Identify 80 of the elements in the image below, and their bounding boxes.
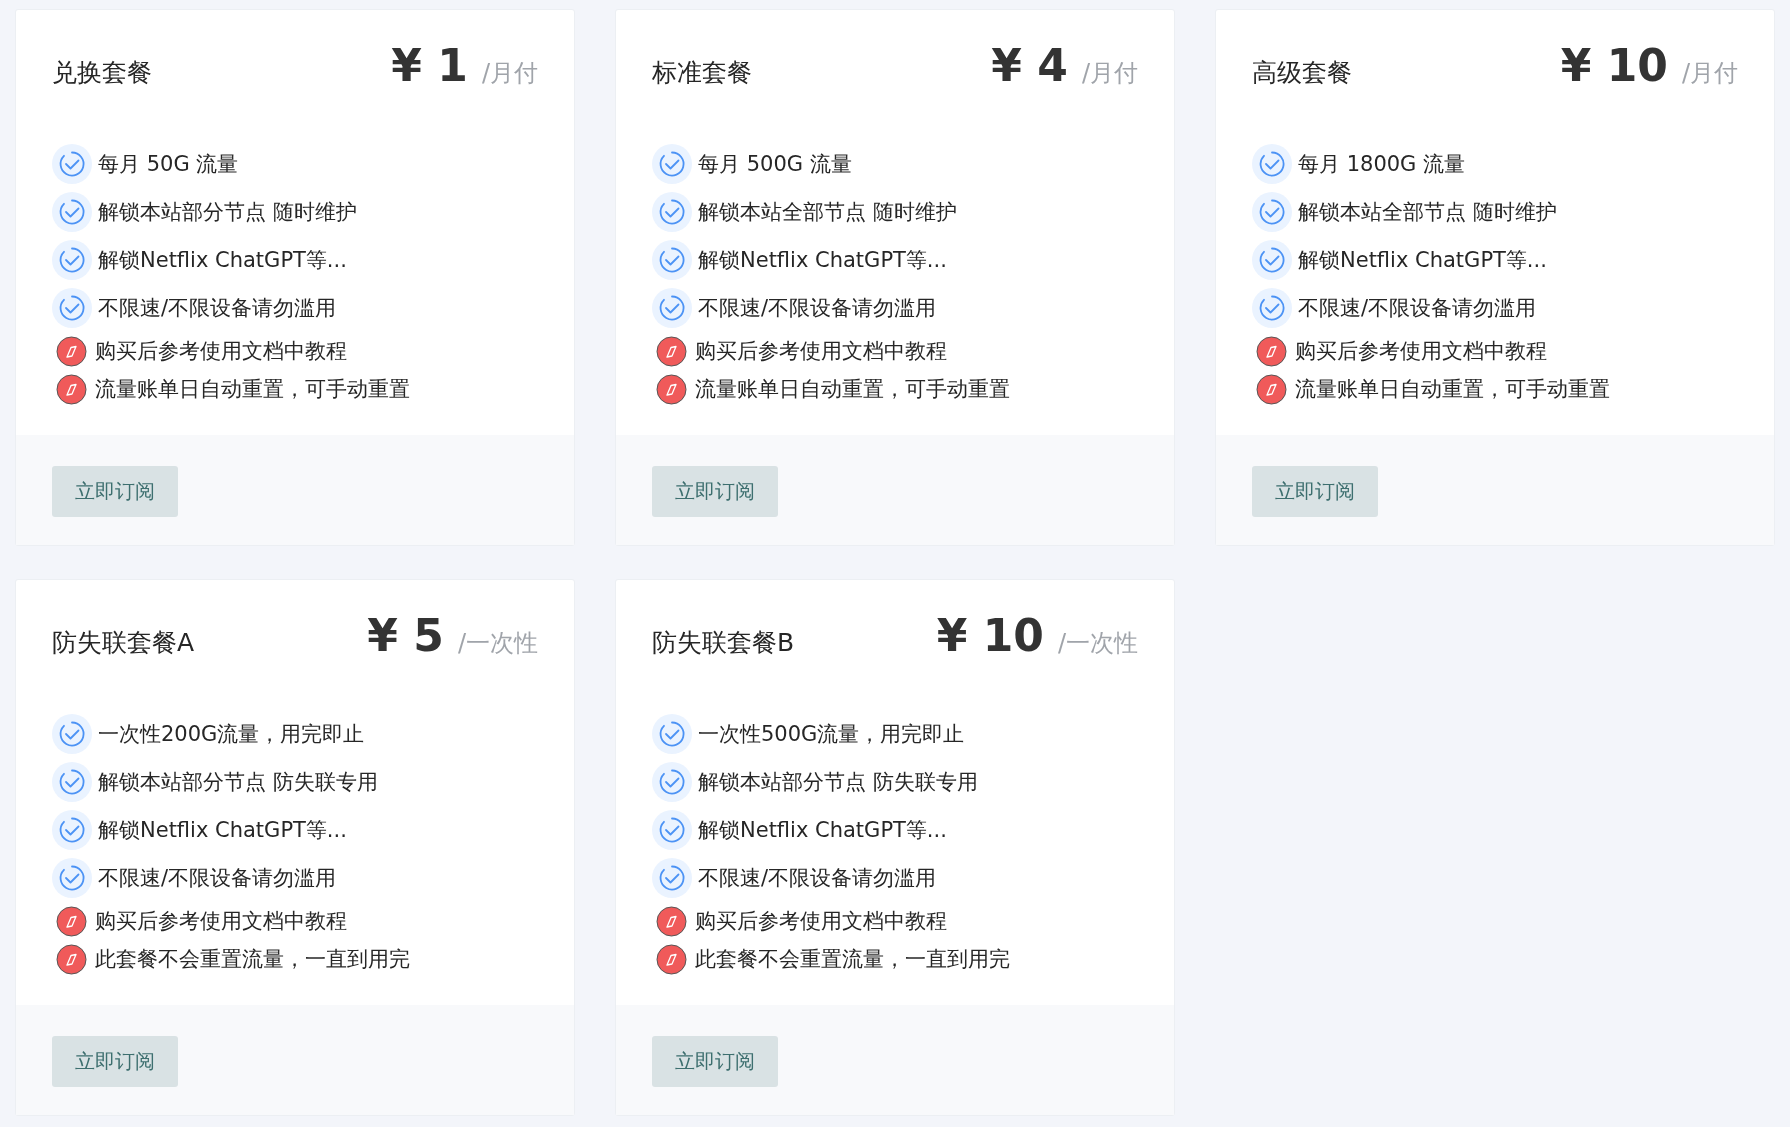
check-circle-icon (652, 192, 692, 232)
billing-period: /月付 (1681, 58, 1738, 89)
billing-period: /一次性 (1057, 628, 1138, 659)
plan-name: 兑换套餐 (52, 57, 152, 89)
compass-icon (656, 943, 687, 975)
plan-price: ¥ 10 (936, 610, 1044, 661)
feature-text: 解锁本站全部节点 随时维护 (698, 199, 957, 226)
plan-price: ¥ 4 (991, 40, 1068, 91)
feature-text: 解锁Netflix ChatGPT等... (98, 247, 347, 274)
feature-text: 每月 500G 流量 (698, 151, 852, 178)
plan-name: 高级套餐 (1252, 57, 1352, 89)
feature-text: 购买后参考使用文档中教程 (95, 338, 347, 365)
feature-text: 不限速/不限设备请勿滥用 (98, 865, 337, 892)
feature-text: 解锁Netflix ChatGPT等... (698, 247, 947, 274)
check-circle-icon (652, 762, 692, 802)
check-circle-icon (652, 858, 692, 898)
feature-text: 不限速/不限设备请勿滥用 (1298, 295, 1537, 322)
feature-text: 不限速/不限设备请勿滥用 (698, 865, 937, 892)
feature-text: 解锁Netflix ChatGPT等... (98, 817, 347, 844)
feature-text: 解锁本站全部节点 随时维护 (1298, 199, 1557, 226)
check-circle-icon (1252, 288, 1292, 328)
feature-text: 一次性500G流量，用完即止 (698, 721, 965, 748)
plan-name: 防失联套餐A (52, 627, 195, 659)
check-circle-icon (52, 810, 92, 850)
feature-text: 流量账单日自动重置，可手动重置 (695, 376, 1010, 403)
check-circle-icon (52, 288, 92, 328)
check-circle-icon (52, 762, 92, 802)
feature-text: 购买后参考使用文档中教程 (695, 908, 947, 935)
check-circle-icon (52, 858, 92, 898)
feature-text: 流量账单日自动重置，可手动重置 (1295, 376, 1610, 403)
billing-period: /月付 (1081, 58, 1138, 89)
feature-text: 不限速/不限设备请勿滥用 (98, 295, 337, 322)
check-circle-icon (1252, 192, 1292, 232)
plan-price: ¥ 5 (367, 610, 444, 661)
check-circle-icon (1252, 240, 1292, 280)
compass-icon (656, 373, 687, 405)
feature-text: 一次性200G流量，用完即止 (98, 721, 365, 748)
plan-price: ¥ 10 (1560, 40, 1668, 91)
compass-icon (1256, 373, 1287, 405)
subscribe-button[interactable]: 立即订阅 (652, 1036, 778, 1087)
feature-text: 此套餐不会重置流量，一直到用完 (695, 946, 1010, 973)
feature-text: 解锁Netflix ChatGPT等... (698, 817, 947, 844)
check-circle-icon (1252, 144, 1292, 184)
feature-text: 购买后参考使用文档中教程 (695, 338, 947, 365)
feature-text: 购买后参考使用文档中教程 (1295, 338, 1547, 365)
compass-icon (56, 943, 87, 975)
check-circle-icon (52, 240, 92, 280)
compass-icon (56, 373, 87, 405)
subscribe-button[interactable]: 立即订阅 (52, 1036, 178, 1087)
plan-name: 标准套餐 (652, 57, 752, 89)
check-circle-icon (52, 714, 92, 754)
billing-period: /月付 (481, 58, 538, 89)
subscribe-button[interactable]: 立即订阅 (1252, 466, 1378, 517)
feature-text: 解锁本站部分节点 防失联专用 (698, 769, 978, 796)
check-circle-icon (652, 240, 692, 280)
check-circle-icon (652, 810, 692, 850)
check-circle-icon (52, 192, 92, 232)
feature-text: 解锁Netflix ChatGPT等... (1298, 247, 1547, 274)
subscribe-button[interactable]: 立即订阅 (652, 466, 778, 517)
plan-name: 防失联套餐B (652, 627, 795, 659)
feature-text: 流量账单日自动重置，可手动重置 (95, 376, 410, 403)
compass-icon (656, 905, 687, 937)
feature-text: 解锁本站部分节点 随时维护 (98, 199, 357, 226)
check-circle-icon (52, 144, 92, 184)
billing-period: /一次性 (457, 628, 538, 659)
check-circle-icon (652, 288, 692, 328)
compass-icon (656, 335, 687, 367)
subscribe-button[interactable]: 立即订阅 (52, 466, 178, 517)
feature-text: 每月 50G 流量 (98, 151, 239, 178)
check-circle-icon (652, 714, 692, 754)
feature-text: 购买后参考使用文档中教程 (95, 908, 347, 935)
compass-icon (56, 335, 87, 367)
feature-text: 此套餐不会重置流量，一直到用完 (95, 946, 410, 973)
check-circle-icon (652, 144, 692, 184)
compass-icon (1256, 335, 1287, 367)
feature-text: 不限速/不限设备请勿滥用 (698, 295, 937, 322)
feature-text: 每月 1800G 流量 (1298, 151, 1466, 178)
feature-text: 解锁本站部分节点 防失联专用 (98, 769, 378, 796)
compass-icon (56, 905, 87, 937)
plan-price: ¥ 1 (391, 40, 468, 91)
